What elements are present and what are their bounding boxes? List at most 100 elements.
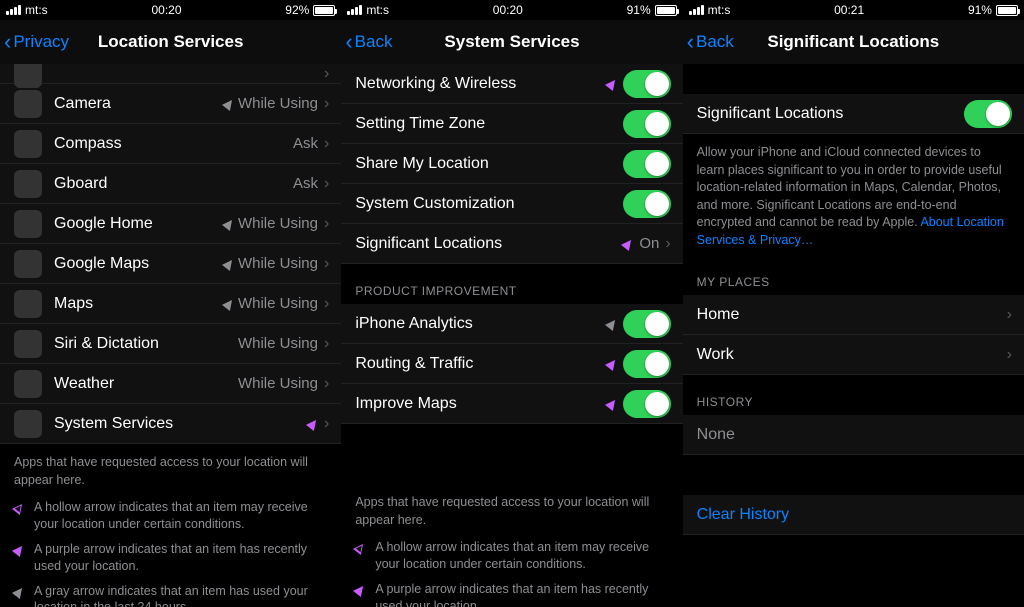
location-arrow-icon bbox=[222, 256, 236, 270]
service-name: Significant Locations bbox=[355, 235, 623, 253]
service-row[interactable]: Networking & Wireless bbox=[341, 64, 682, 104]
signal-icon bbox=[347, 5, 362, 15]
location-arrow-icon bbox=[605, 396, 619, 410]
chevron-right-icon: › bbox=[318, 335, 329, 353]
back-button[interactable]: ‹ Privacy bbox=[4, 31, 69, 53]
status-time: 00:21 bbox=[834, 3, 864, 17]
legend-item: A purple arrow indicates that an item ha… bbox=[341, 577, 682, 607]
location-arrow-icon bbox=[605, 356, 619, 370]
place-row[interactable]: Work› bbox=[683, 335, 1024, 375]
service-name: Improve Maps bbox=[355, 395, 606, 413]
location-arrow-icon bbox=[222, 96, 236, 110]
location-arrow-icon bbox=[605, 316, 619, 330]
services-list-2: iPhone AnalyticsRouting & Traffic Improve… bbox=[341, 304, 682, 424]
app-name: Siri & Dictation bbox=[54, 335, 238, 353]
services-list: Networking & Wireless Setting Time Zone Sh… bbox=[341, 64, 682, 264]
service-row[interactable]: Routing & Traffic bbox=[341, 344, 682, 384]
carrier-label: mt:s bbox=[366, 3, 389, 17]
app-row[interactable]: Siri & Dictation While Using › bbox=[0, 324, 341, 364]
chevron-left-icon: ‹ bbox=[345, 31, 352, 53]
chevron-right-icon: › bbox=[318, 375, 329, 393]
app-permission-value bbox=[308, 419, 318, 429]
toggle-switch[interactable] bbox=[623, 190, 671, 218]
app-name: Gboard bbox=[54, 175, 293, 193]
toggle-switch[interactable] bbox=[623, 150, 671, 178]
app-permission-value: While Using bbox=[224, 95, 318, 112]
legend-text: A hollow arrow indicates that an item ma… bbox=[34, 499, 327, 533]
location-arrow-icon bbox=[12, 543, 26, 557]
nav-bar: ‹ Back Significant Locations bbox=[683, 20, 1024, 64]
legend: A hollow arrow indicates that an item ma… bbox=[0, 495, 341, 607]
app-row[interactable]: Google Maps While Using › bbox=[0, 244, 341, 284]
places-list: Home›Work› bbox=[683, 295, 1024, 375]
nav-bar: ‹ Back System Services bbox=[341, 20, 682, 64]
app-row[interactable]: › bbox=[0, 64, 341, 84]
service-row[interactable]: Setting Time Zone bbox=[341, 104, 682, 144]
app-icon bbox=[14, 290, 42, 318]
location-arrow-icon bbox=[353, 583, 367, 597]
app-permission-value: While Using bbox=[224, 215, 318, 232]
legend-text: A gray arrow indicates that an item has … bbox=[34, 583, 327, 607]
legend-text: A purple arrow indicates that an item ha… bbox=[375, 581, 668, 607]
app-name: Maps bbox=[54, 295, 224, 313]
signal-icon bbox=[689, 5, 704, 15]
service-row[interactable]: Significant LocationsOn› bbox=[341, 224, 682, 264]
toggle-switch[interactable] bbox=[623, 70, 671, 98]
significant-locations-toggle-row[interactable]: Significant Locations bbox=[683, 94, 1024, 134]
signal-icon bbox=[6, 5, 21, 15]
legend-item: A gray arrow indicates that an item has … bbox=[0, 579, 341, 607]
app-row[interactable]: System Services › bbox=[0, 404, 341, 444]
chevron-right-icon: › bbox=[318, 135, 329, 153]
back-label: Back bbox=[355, 32, 393, 52]
toggle-switch[interactable] bbox=[623, 390, 671, 418]
description-text: Allow your iPhone and iCloud connected d… bbox=[683, 134, 1024, 255]
section-header-my-places: MY PLACES bbox=[683, 255, 1024, 295]
service-row[interactable]: Share My Location bbox=[341, 144, 682, 184]
footer-text: Apps that have requested access to your … bbox=[0, 444, 341, 495]
footer-text: Apps that have requested access to your … bbox=[341, 484, 682, 535]
screen-location-services: mt:s 00:20 92% ‹ Privacy Location Servic… bbox=[0, 0, 341, 607]
status-bar: mt:s 00:20 92% bbox=[0, 0, 341, 20]
chevron-right-icon: › bbox=[659, 235, 670, 253]
status-time: 00:20 bbox=[493, 3, 523, 17]
app-permission-value: Ask bbox=[293, 175, 318, 192]
location-arrow-icon bbox=[621, 236, 635, 250]
toggle-switch[interactable] bbox=[964, 100, 1012, 128]
app-row[interactable]: Google Home While Using › bbox=[0, 204, 341, 244]
toggle-switch[interactable] bbox=[623, 350, 671, 378]
legend-text: A hollow arrow indicates that an item ma… bbox=[375, 539, 668, 573]
chevron-left-icon: ‹ bbox=[687, 31, 694, 53]
service-name: Setting Time Zone bbox=[355, 115, 616, 133]
chevron-left-icon: ‹ bbox=[4, 31, 11, 53]
location-arrow-icon bbox=[222, 296, 236, 310]
app-icon bbox=[14, 130, 42, 158]
place-row[interactable]: Home› bbox=[683, 295, 1024, 335]
app-row[interactable]: Maps While Using › bbox=[0, 284, 341, 324]
app-permission-value: While Using bbox=[224, 295, 318, 312]
app-icon bbox=[14, 210, 42, 238]
legend: A hollow arrow indicates that an item ma… bbox=[341, 535, 682, 607]
place-name: Home bbox=[697, 306, 1001, 324]
carrier-label: mt:s bbox=[25, 3, 48, 17]
toggle-switch[interactable] bbox=[623, 310, 671, 338]
battery-icon bbox=[655, 5, 677, 16]
app-row[interactable]: Compass Ask › bbox=[0, 124, 341, 164]
legend-text: A purple arrow indicates that an item ha… bbox=[34, 541, 327, 575]
back-button[interactable]: ‹ Back bbox=[687, 31, 734, 53]
service-row[interactable]: System Customization bbox=[341, 184, 682, 224]
app-row[interactable]: Camera While Using › bbox=[0, 84, 341, 124]
back-button[interactable]: ‹ Back bbox=[345, 31, 392, 53]
service-row[interactable]: Improve Maps bbox=[341, 384, 682, 424]
app-row[interactable]: Gboard Ask › bbox=[0, 164, 341, 204]
app-permission-value: While Using bbox=[238, 335, 318, 352]
clear-history-button[interactable]: Clear History bbox=[683, 495, 1024, 535]
service-row[interactable]: iPhone Analytics bbox=[341, 304, 682, 344]
location-arrow-icon bbox=[12, 584, 26, 598]
app-name: Camera bbox=[54, 95, 224, 113]
chevron-right-icon: › bbox=[318, 255, 329, 273]
status-bar: mt:s 00:21 91% bbox=[683, 0, 1024, 20]
app-row[interactable]: Weather While Using › bbox=[0, 364, 341, 404]
place-name: Work bbox=[697, 346, 1001, 364]
toggle-switch[interactable] bbox=[623, 110, 671, 138]
page-title: System Services bbox=[341, 32, 682, 52]
